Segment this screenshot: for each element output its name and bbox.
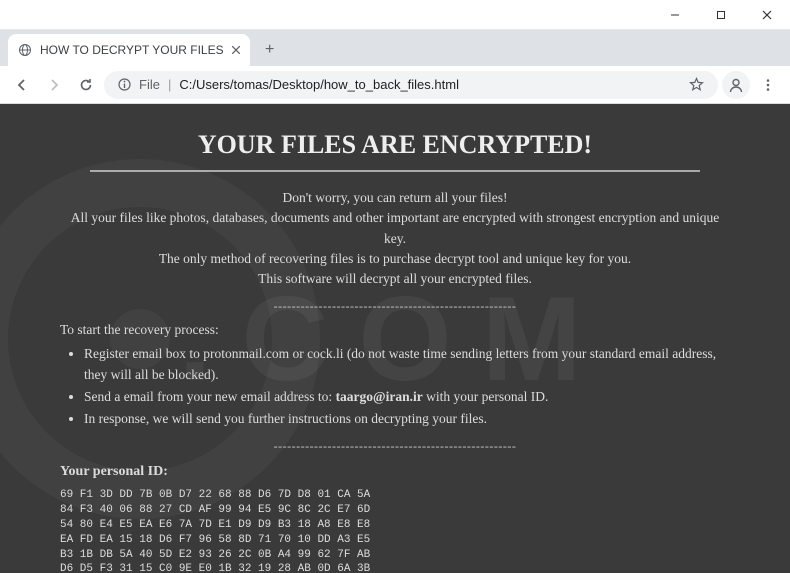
intro-line: The only method of recovering files is t… [60,249,730,269]
window-titlebar [0,0,790,30]
browser-tab[interactable]: HOW TO DECRYPT YOUR FILES [8,34,250,66]
star-icon [689,77,704,92]
close-icon [762,10,772,20]
start-recovery-line: To start the recovery process: [60,322,730,338]
arrow-right-icon [46,77,62,93]
tab-close-button[interactable] [232,46,240,54]
page-title: YOUR FILES ARE ENCRYPTED! [60,130,730,160]
url-scheme-chip: File [139,77,160,92]
person-icon [727,76,745,94]
list-item: Register email box to protonmail.com or … [84,344,730,385]
bookmark-button[interactable] [689,77,704,92]
maximize-button[interactable] [698,0,744,30]
new-tab-button[interactable]: + [256,36,284,64]
url-text: C:/Users/tomas/Desktop/how_to_back_files… [179,77,681,92]
forward-button[interactable] [40,71,68,99]
ransom-note-page: YOUR FILES ARE ENCRYPTED! Don't worry, y… [0,104,790,573]
page-viewport: .COM YOUR FILES ARE ENCRYPTED! Don't wor… [0,104,790,573]
list-item: Send a email from your new email address… [84,387,730,407]
intro-block: Don't worry, you can return all your fil… [60,188,730,289]
browser-toolbar: File | C:/Users/tomas/Desktop/how_to_bac… [0,66,790,104]
intro-line: All your files like photos, databases, d… [60,208,730,249]
reload-button[interactable] [72,71,100,99]
minimize-button[interactable] [652,0,698,30]
intro-line: Don't worry, you can return all your fil… [60,188,730,208]
close-icon [232,46,240,54]
dash-separator: ----------------------------------------… [60,299,730,314]
tab-strip: HOW TO DECRYPT YOUR FILES + [0,30,790,66]
personal-id-label: Your personal ID: [60,464,730,480]
intro-line: This software will decrypt all your encr… [60,269,730,289]
dots-vertical-icon [761,78,775,92]
list-item: In response, we will send you further in… [84,409,730,429]
list-text: Send a email from your new email address… [84,389,336,404]
globe-icon [18,43,32,57]
close-window-button[interactable] [744,0,790,30]
back-button[interactable] [8,71,36,99]
list-text: with your personal ID. [423,389,549,404]
minimize-icon [670,10,680,20]
instruction-list: Register email box to protonmail.com or … [84,344,730,429]
address-bar[interactable]: File | C:/Users/tomas/Desktop/how_to_bac… [104,71,718,99]
url-separator: | [168,77,171,92]
arrow-left-icon [14,77,30,93]
contact-email: taargo@iran.ir [336,389,423,404]
profile-button[interactable] [722,71,750,99]
divider [90,170,700,172]
tab-title: HOW TO DECRYPT YOUR FILES [40,43,224,57]
kebab-menu-button[interactable] [754,71,782,99]
personal-id-hex: 69 F1 3D DD 7B 0B D7 22 68 88 D6 7D D8 0… [60,488,730,573]
reload-icon [78,77,94,93]
maximize-icon [716,10,726,20]
info-icon [118,78,131,91]
dash-separator: ----------------------------------------… [60,439,730,454]
